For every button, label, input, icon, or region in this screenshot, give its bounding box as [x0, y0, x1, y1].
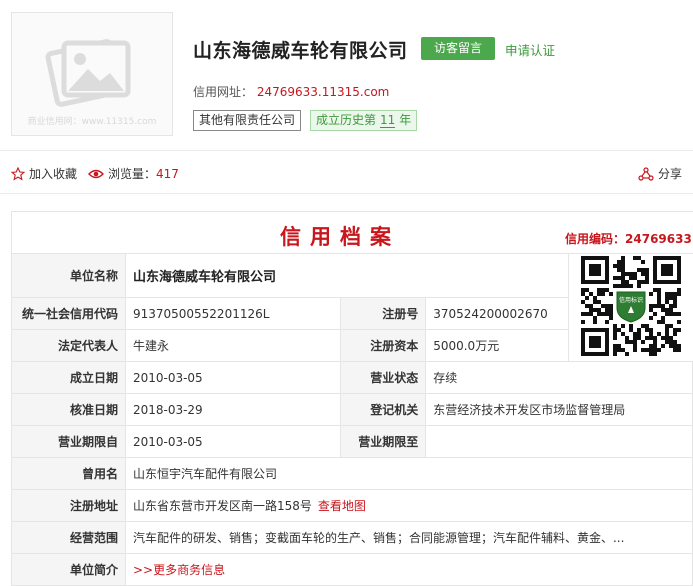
- uscc-label: 统一社会信用代码: [11, 297, 126, 330]
- company-name-heading: 山东海德威车轮有限公司: [193, 40, 408, 62]
- apply-certification-link[interactable]: 申请认证: [505, 40, 555, 59]
- founded-date-value: 2010-03-05: [124, 361, 342, 394]
- visitor-message-button[interactable]: 访客留言: [421, 37, 495, 60]
- qr-code-icon[interactable]: 信用标识: [580, 256, 681, 356]
- former-name-label: 曾用名: [11, 457, 126, 490]
- registered-capital-label: 注册资本: [340, 329, 427, 362]
- registered-address-cell: 山东省东营市开发区南一路158号 查看地图: [124, 489, 693, 522]
- company-type-tag: 其他有限责任公司: [193, 110, 302, 131]
- business-scope-value: 汽车配件的研发、销售；变截面车轮的生产、销售；合同能源管理；汽车配件辅料、黄金、…: [124, 521, 693, 554]
- term-to-value: [425, 425, 693, 458]
- logo-watermark: 商业信用网：www.11315.com: [27, 117, 157, 127]
- former-name-value: 山东恒宇汽车配件有限公司: [124, 457, 693, 490]
- registration-number-value: 370524200002670: [425, 297, 570, 330]
- history-years: 11: [380, 113, 396, 128]
- registered-capital-value: 5000.0万元: [425, 329, 570, 362]
- divider: [0, 150, 693, 151]
- table-row: 注册地址 山东省东营市开发区南一路158号 查看地图: [11, 489, 693, 522]
- add-favorite-button[interactable]: 加入收藏: [11, 165, 77, 182]
- share-icon: [638, 166, 654, 181]
- view-map-link[interactable]: 查看地图: [318, 499, 366, 513]
- table-row: 曾用名 山东恒宇汽车配件有限公司: [11, 457, 693, 490]
- company-intro-cell: >>更多商务信息: [124, 553, 693, 586]
- table-row: 单位名称 山东海德威车轮有限公司 信用标识: [11, 253, 693, 362]
- credit-url-link[interactable]: 24769633.11315.com: [257, 85, 390, 99]
- registered-address-label: 注册地址: [11, 489, 126, 522]
- approval-date-label: 核准日期: [11, 393, 126, 426]
- company-logo-placeholder: 商业信用网：www.11315.com: [11, 12, 173, 136]
- term-to-label: 营业期限至: [340, 425, 427, 458]
- add-favorite-label: 加入收藏: [29, 167, 78, 181]
- views-counter: 浏览量： 417: [88, 165, 179, 182]
- views-count: 417: [156, 166, 179, 181]
- divider: [0, 193, 693, 194]
- credit-file-title: 信用档案: [280, 225, 400, 249]
- history-prefix: 成立历史第: [316, 113, 377, 127]
- business-scope-label: 经营范围: [11, 521, 126, 554]
- credit-info-table: 单位名称 山东海德威车轮有限公司 信用标识 统一社会信用代码 913705005…: [11, 253, 693, 586]
- history-suffix: 年: [399, 113, 412, 127]
- uscc-value: 91370500552201126L: [124, 297, 342, 330]
- approval-date-value: 2018-03-29: [124, 393, 342, 426]
- credit-url-label: 信用网址：: [193, 85, 254, 99]
- company-name-label: 单位名称: [11, 253, 126, 298]
- registration-authority-label: 登记机关: [340, 393, 427, 426]
- business-status-value: 存续: [425, 361, 693, 394]
- eye-icon: [88, 169, 104, 178]
- founded-date-label: 成立日期: [11, 361, 126, 394]
- table-row: 经营范围 汽车配件的研发、销售；变截面车轮的生产、销售；合同能源管理；汽车配件辅…: [11, 521, 693, 554]
- term-from-value: 2010-03-05: [124, 425, 342, 458]
- company-name-value: 山东海德威车轮有限公司: [124, 253, 570, 298]
- table-row: 成立日期 2010-03-05 营业状态 存续: [11, 361, 693, 394]
- registration-authority-value: 东营经济技术开发区市场监督管理局: [425, 393, 693, 426]
- legal-rep-label: 法定代表人: [11, 329, 126, 362]
- credit-code-value: 24769633: [625, 232, 692, 246]
- share-label: 分享: [658, 167, 683, 181]
- table-row: 核准日期 2018-03-29 登记机关 东营经济技术开发区市场监督管理局: [11, 393, 693, 426]
- qr-cell: 信用标识: [568, 253, 693, 362]
- credit-code: 信用编码：24769633: [565, 230, 692, 247]
- more-business-info-link[interactable]: >>更多商务信息: [133, 563, 225, 577]
- credit-url-row: 信用网址： 24769633.11315.com: [193, 83, 389, 100]
- credit-code-label: 信用编码：: [565, 232, 626, 246]
- star-icon: [11, 166, 25, 181]
- history-tag: 成立历史第 11 年: [310, 110, 418, 131]
- company-intro-label: 单位简介: [11, 553, 126, 586]
- share-button[interactable]: 分享: [638, 165, 682, 182]
- registered-address-value: 山东省东营市开发区南一路158号: [132, 499, 312, 513]
- term-from-label: 营业期限自: [11, 425, 126, 458]
- views-label: 浏览量：: [108, 167, 157, 181]
- qr-badge-caption: 信用标识: [619, 296, 643, 304]
- registration-number-label: 注册号: [340, 297, 427, 330]
- table-row: 营业期限自 2010-03-05 营业期限至: [11, 425, 693, 458]
- legal-rep-value: 牛建永: [124, 329, 342, 362]
- business-status-label: 营业状态: [340, 361, 427, 394]
- table-row: 单位简介 >>更多商务信息: [11, 553, 693, 586]
